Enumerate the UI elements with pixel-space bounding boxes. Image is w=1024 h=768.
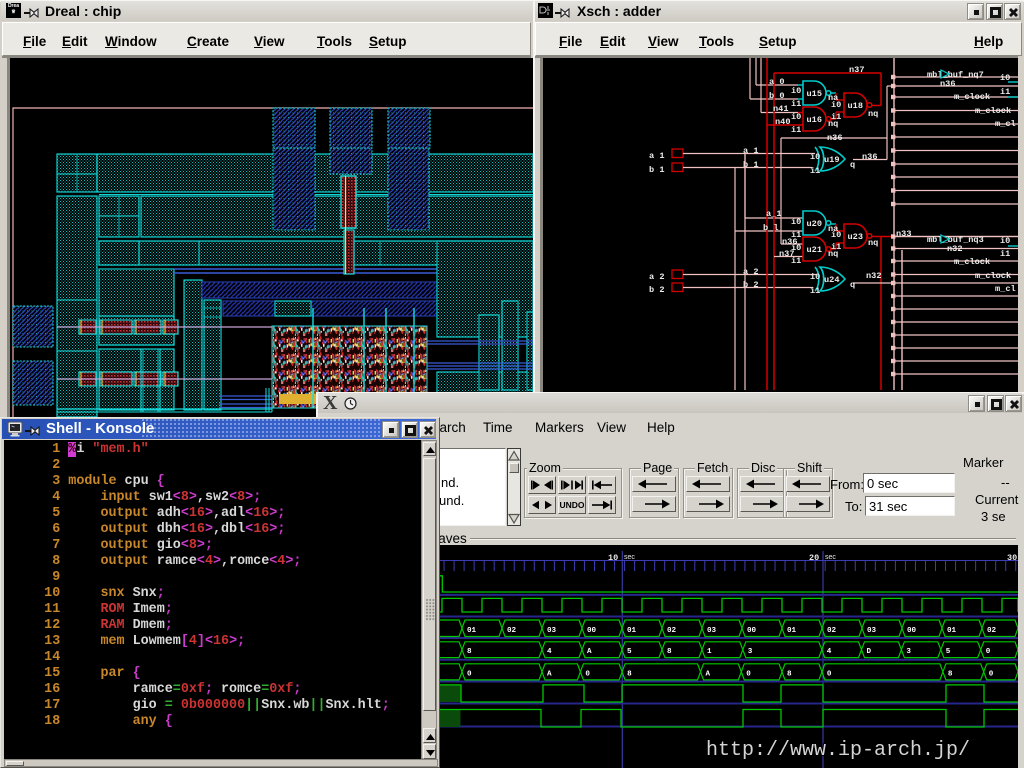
svg-text:nq: nq [868,109,878,119]
svg-text:03: 03 [547,627,557,635]
svg-text:4: 4 [547,648,552,656]
svg-text:03: 03 [867,627,877,635]
svg-text:b 1: b 1 [649,165,664,175]
svg-text:20: 20 [809,553,819,563]
svg-text:u24: u24 [824,275,839,285]
svg-text:3: 3 [748,648,753,656]
svg-text:m_clock: m_clock [975,271,1011,281]
svg-text:5: 5 [627,648,632,656]
svg-text:b_l: b_l [763,223,778,233]
svg-text:i1: i1 [791,256,801,266]
svg-text:A: A [547,670,552,678]
svg-text:02: 02 [827,627,837,635]
svg-text:m_clock: m_clock [975,106,1011,116]
svg-text:u16: u16 [807,115,822,125]
svg-text:01: 01 [627,627,637,635]
svg-text:n36: n36 [940,79,955,89]
svg-text:u20: u20 [807,219,822,229]
svg-text:i0: i0 [810,272,820,282]
svg-text:n37: n37 [849,65,864,75]
svg-text:m_cl: m_cl [995,284,1016,294]
svg-text:b 0: b 0 [769,91,784,101]
svg-text:q: q [850,160,855,170]
svg-text:i0: i0 [791,112,801,122]
svg-text:b 2: b 2 [649,285,664,295]
svg-text:a 1: a 1 [649,151,664,161]
svg-text:8: 8 [467,648,472,656]
svg-text:i1: i1 [1000,249,1010,259]
svg-text:8: 8 [627,670,632,678]
svg-text:i0: i0 [1000,236,1010,246]
svg-text:0: 0 [827,670,832,678]
svg-text:1: 1 [707,648,712,656]
svg-text:i0: i0 [791,86,801,96]
svg-text:02: 02 [507,627,517,635]
svg-text:0: 0 [467,670,472,678]
svg-text:00: 00 [587,627,597,635]
svg-text:0: 0 [989,670,994,678]
svg-text:0: 0 [746,670,751,678]
svg-text:0: 0 [585,670,590,678]
svg-text:3: 3 [906,648,911,656]
svg-text:01: 01 [787,627,797,635]
svg-text:q: q [850,280,855,290]
svg-text:u19: u19 [824,155,839,165]
svg-text:n33: n33 [896,229,911,239]
svg-text:sec: sec [825,554,836,561]
svg-text:i1: i1 [810,166,820,176]
svg-text:n32: n32 [866,271,881,281]
svg-text:a 0: a 0 [769,77,784,87]
svg-text:i0: i0 [791,217,801,227]
svg-text:n41: n41 [773,104,788,114]
svg-text:4: 4 [827,648,832,656]
svg-text:i0: i0 [831,100,841,110]
svg-text:A: A [706,670,711,678]
svg-text:5: 5 [946,648,951,656]
svg-text:n36: n36 [827,133,842,143]
svg-text:8: 8 [787,670,792,678]
svg-text:i0: i0 [810,152,820,162]
svg-text:02: 02 [987,627,997,635]
svg-text:u18: u18 [848,101,863,111]
svg-text:10: 10 [608,553,618,563]
svg-text:nq: nq [828,249,838,259]
svg-text:i1: i1 [810,286,820,296]
svg-text:http://www.ip-arch.jp/: http://www.ip-arch.jp/ [706,739,970,762]
svg-text:i1: i1 [791,125,801,135]
svg-text:01: 01 [947,627,957,635]
svg-text:03: 03 [707,627,717,635]
svg-text:u21: u21 [807,245,822,255]
svg-text:nq: nq [828,119,838,129]
svg-text:i0: i0 [831,230,841,240]
svg-text:u23: u23 [848,232,863,242]
svg-text:01: 01 [467,627,477,635]
svg-text:00: 00 [747,627,757,635]
svg-text:02: 02 [667,627,677,635]
svg-text:u15: u15 [807,89,822,99]
svg-text:nq: nq [868,238,878,248]
svg-text:m_clock: m_clock [954,92,990,102]
svg-text:m_clock: m_clock [954,257,990,267]
svg-text:i1: i1 [791,99,801,109]
svg-text:0: 0 [986,648,991,656]
svg-text:A: A [587,648,592,656]
svg-text:a 2: a 2 [649,272,664,282]
svg-text:8: 8 [948,670,953,678]
svg-text:i0: i0 [791,243,801,253]
svg-text:sec: sec [624,554,635,561]
svg-text:00: 00 [907,627,917,635]
svg-text:n36: n36 [862,152,877,162]
svg-text:m_cl: m_cl [995,119,1016,129]
svg-text:n40: n40 [775,117,790,127]
svg-text:i1: i1 [1000,87,1010,97]
svg-text:n32: n32 [947,244,962,254]
svg-text:30: 30 [1007,553,1017,563]
svg-text:8: 8 [667,648,672,656]
svg-text:a_1: a_1 [766,209,781,219]
svg-text:D: D [867,648,872,656]
